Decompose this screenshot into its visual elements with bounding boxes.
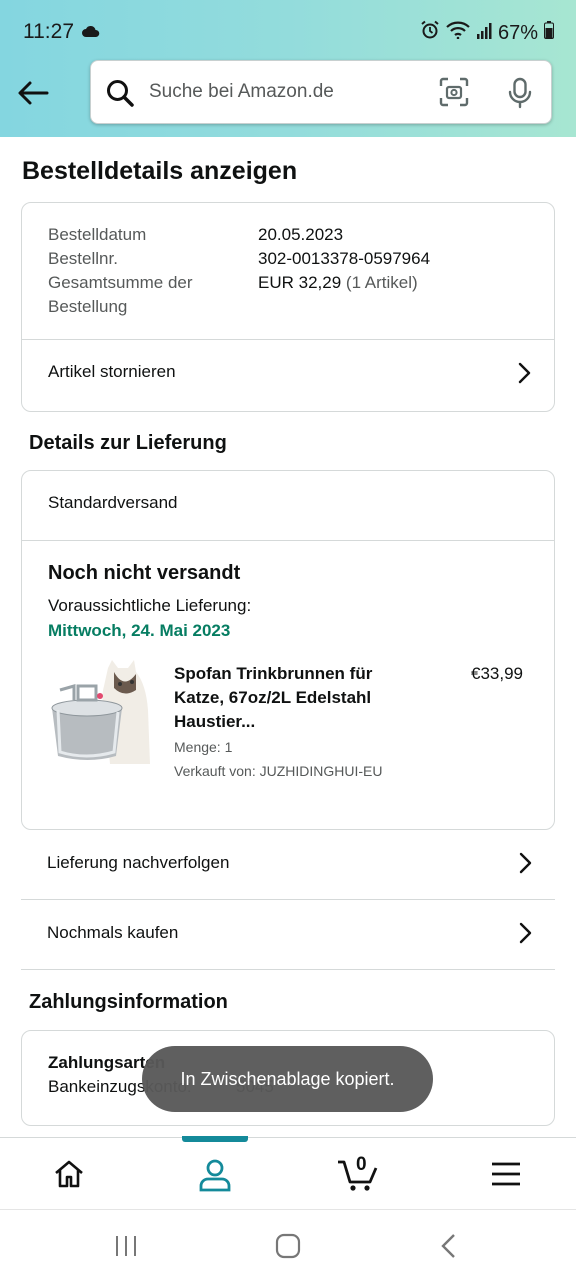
home-button-icon[interactable] (275, 1233, 301, 1264)
alarm-icon (420, 20, 440, 46)
shipping-method: Standardversand (48, 493, 178, 512)
buy-again-label: Nochmals kaufen (47, 923, 179, 942)
order-date-label: Bestelldatum (48, 225, 147, 244)
status-icons: 67% (420, 20, 554, 46)
search-input[interactable]: Suche bei Amazon.de (149, 81, 334, 103)
product-price: €33,99 (471, 664, 523, 683)
cloud-icon (82, 24, 100, 42)
product-title-line3[interactable]: Haustier... (174, 712, 255, 732)
order-item-count: (1 Artikel) (345, 273, 418, 292)
divider (22, 540, 554, 541)
order-total-label: Gesamtsumme der (48, 273, 193, 292)
toast-message: In Zwischenablage kopiert. (142, 1046, 433, 1112)
order-total-label-line2: Bestellung (48, 297, 128, 316)
expected-delivery-label: Voraussichtliche Lieferung: (48, 596, 252, 615)
order-total-amount: EUR 32,29 (258, 273, 342, 292)
battery-icon (544, 21, 554, 45)
track-delivery-label: Lieferung nachverfolgen (47, 853, 230, 872)
camera-scan-icon[interactable] (439, 77, 469, 112)
expected-delivery-date: Mittwoch, 24. Mai 2023 (48, 621, 231, 640)
track-delivery-row[interactable]: Lieferung nachverfolgen (21, 830, 555, 900)
active-tab-indicator (182, 1136, 248, 1142)
battery-level: 67% (497, 21, 538, 44)
cancel-items-label: Artikel stornieren (48, 362, 176, 381)
product-quantity: Menge: 1 (174, 739, 233, 755)
system-nav-bar (0, 1209, 576, 1280)
menu-icon[interactable] (491, 1162, 521, 1191)
page-title: Bestelldetails anzeigen (22, 157, 298, 185)
wifi-icon (446, 21, 470, 45)
buy-again-row[interactable]: Nochmals kaufen (21, 900, 555, 970)
recent-apps-icon[interactable] (114, 1234, 138, 1263)
chevron-right-icon (519, 922, 533, 944)
cart-count-badge: 0 (356, 1154, 367, 1175)
back-arrow-icon[interactable] (16, 76, 50, 110)
cancel-items-row[interactable]: Artikel stornieren (22, 340, 554, 410)
order-date-value: 20.05.2023 (258, 225, 344, 244)
microphone-icon[interactable] (507, 77, 533, 114)
product-seller: Verkauft von: JUZHIDINGHUI-EU (174, 763, 383, 779)
chevron-right-icon (519, 852, 533, 874)
order-number-label: Bestellnr. (48, 249, 118, 268)
account-icon[interactable] (198, 1158, 232, 1197)
shipment-status: Noch nicht versandt (48, 562, 241, 584)
signal-icon (476, 22, 492, 45)
product-title[interactable]: Spofan Trinkbrunnen für (174, 664, 372, 684)
chevron-right-icon (518, 362, 532, 384)
order-total-value: EUR 32,29 (1 Artikel) (258, 273, 418, 293)
product-title-line2[interactable]: Katze, 67oz/2L Edelstahl (174, 688, 371, 708)
home-icon[interactable] (53, 1158, 85, 1195)
search-bar[interactable]: Suche bei Amazon.de (90, 60, 552, 124)
app-header: 11:27 67% Suche bei Amazon.de (0, 0, 576, 137)
bottom-nav: 0 (0, 1136, 576, 1209)
payment-section-title: Zahlungsinformation (29, 991, 228, 1013)
status-bar: 11:27 67% (0, 0, 576, 60)
status-time: 11:27 (23, 20, 74, 43)
search-icon (105, 78, 135, 113)
order-number-value: 302-0013378-0597964 (258, 249, 431, 268)
product-image[interactable] (48, 660, 152, 764)
system-back-icon[interactable] (440, 1233, 456, 1264)
delivery-section-title: Details zur Lieferung (29, 432, 227, 454)
